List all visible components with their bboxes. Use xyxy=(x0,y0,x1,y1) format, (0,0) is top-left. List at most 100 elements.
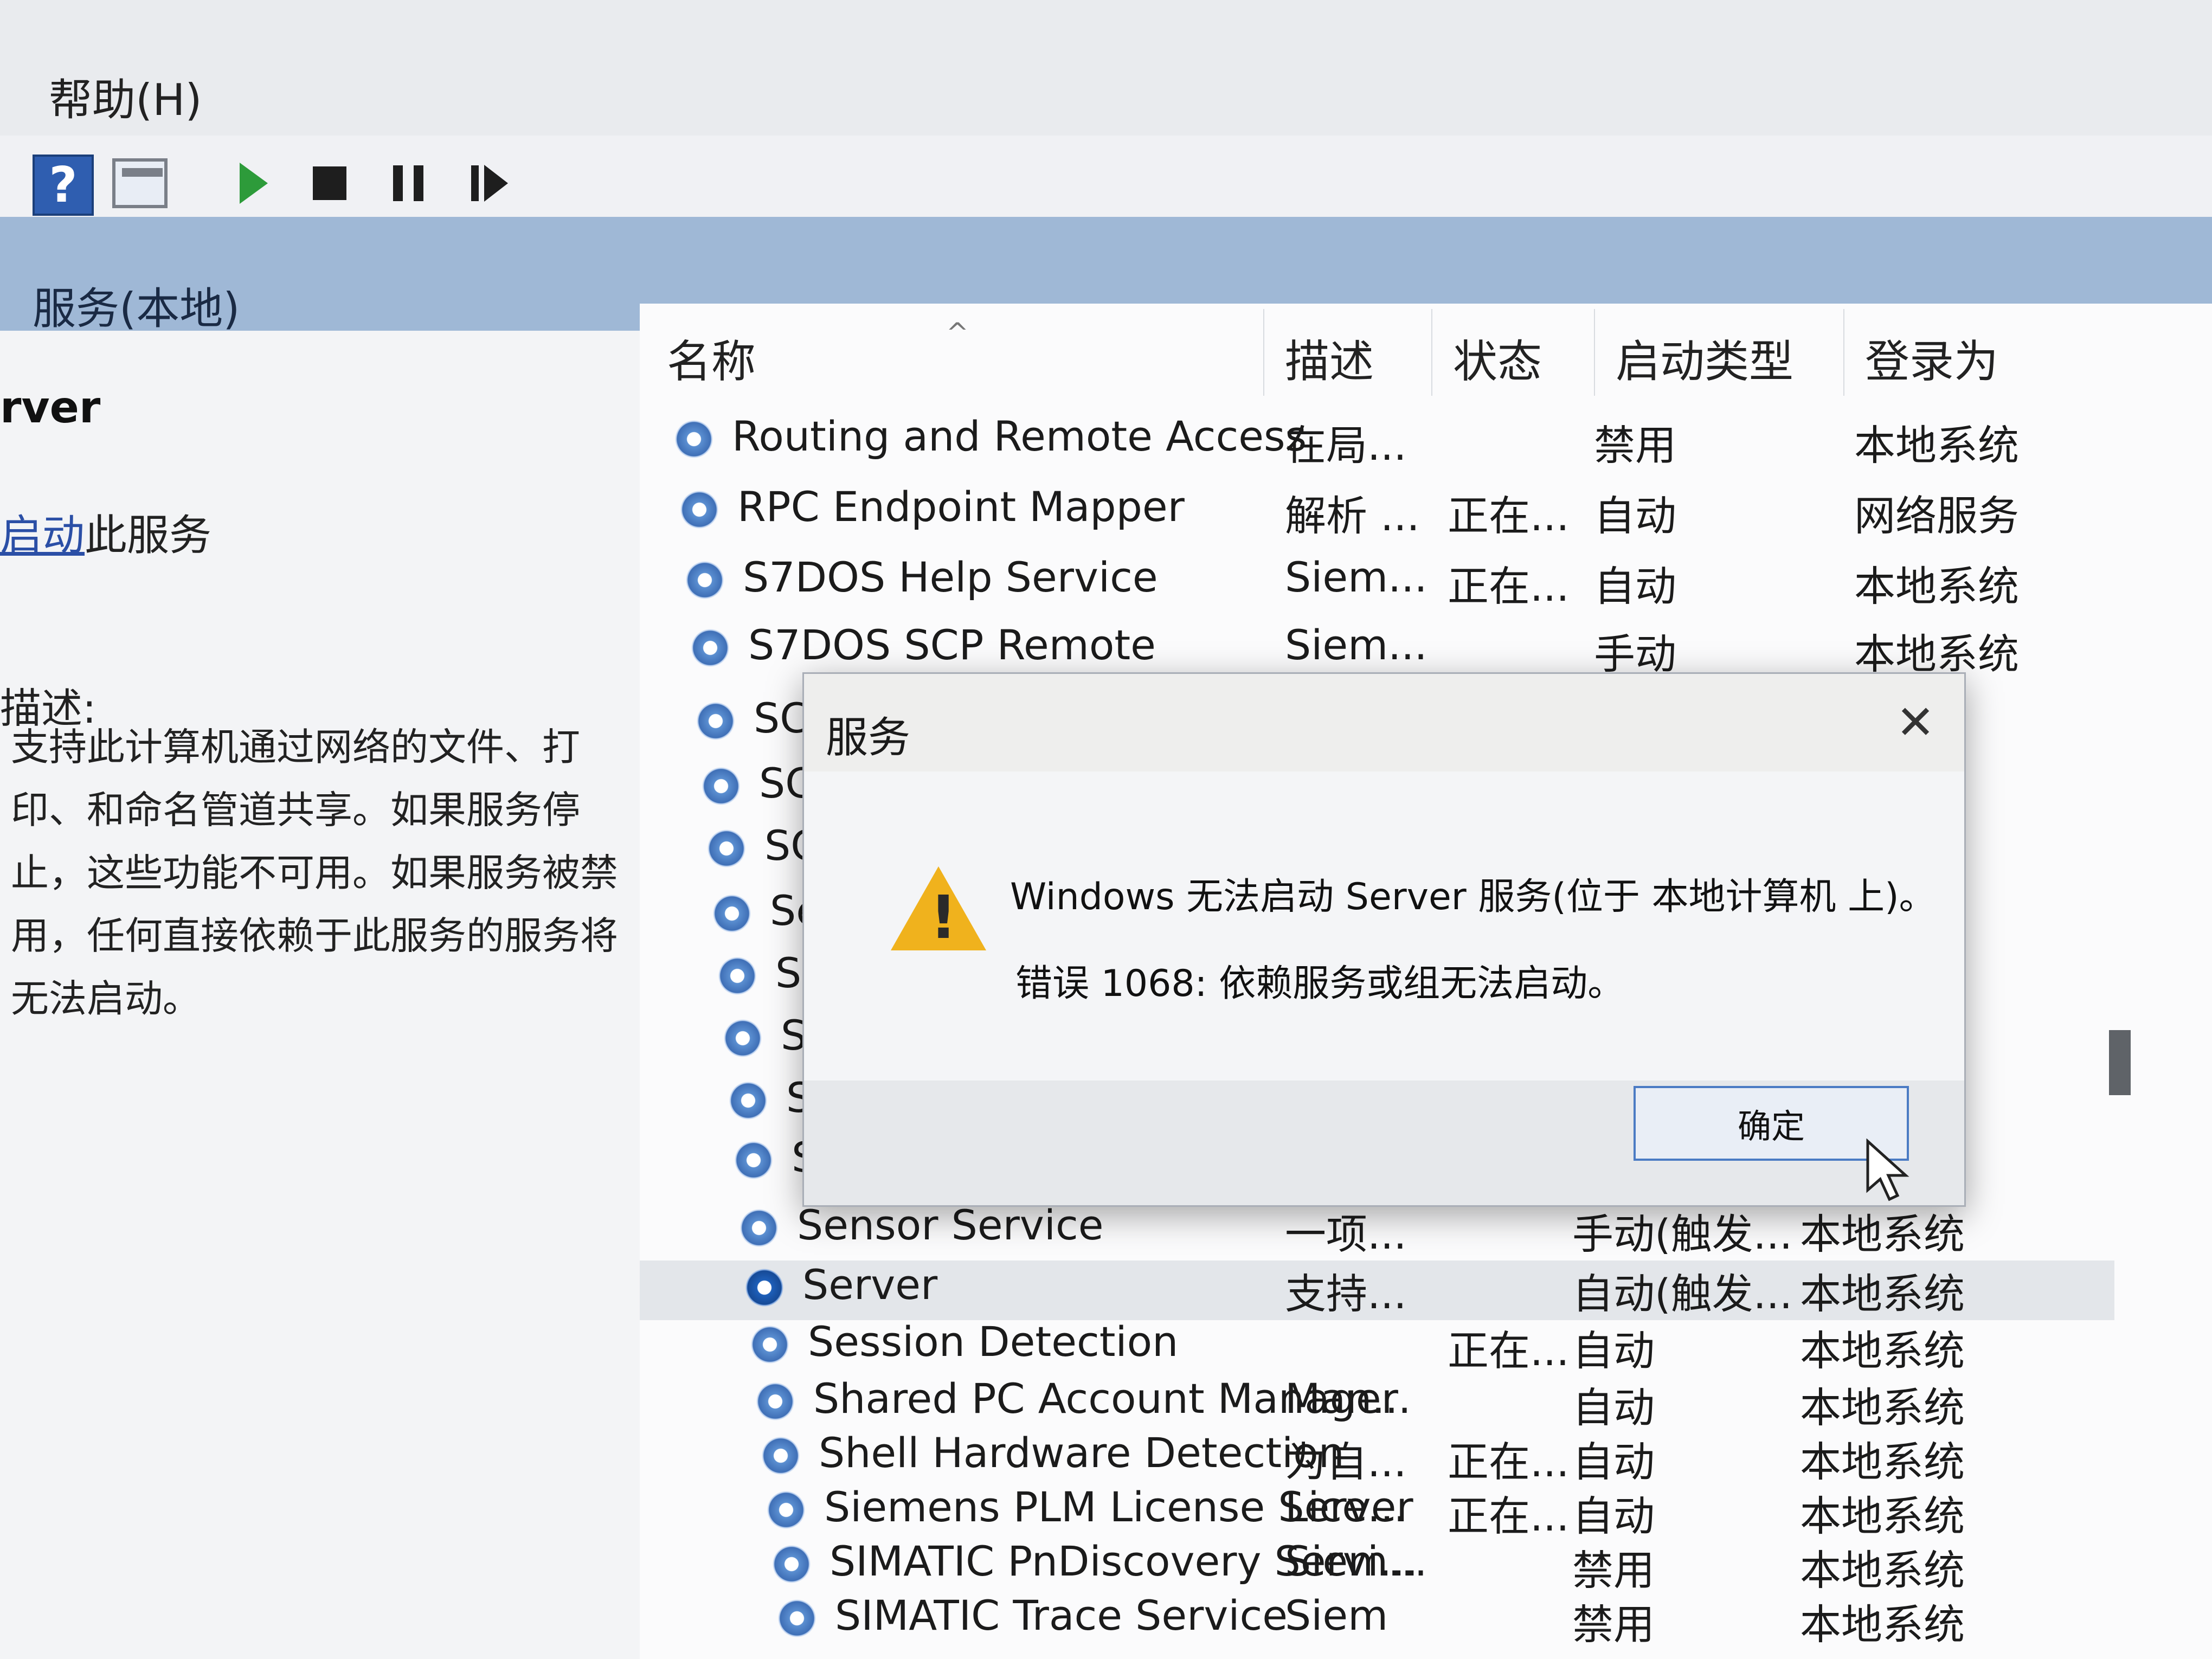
row-name: Routing and Remote Access xyxy=(732,412,1307,460)
selected-service-name: rver xyxy=(0,382,101,433)
row-logon-as: 本地系统 xyxy=(1854,562,2019,610)
row-description: Siem... xyxy=(1285,553,1427,601)
row-status: 正在... xyxy=(1448,562,1570,610)
row-startup-type: 禁用 xyxy=(1572,1600,1655,1649)
services-title: 服务(本地) xyxy=(33,284,240,334)
stop-service-button[interactable] xyxy=(301,155,358,211)
row-name: SC xyxy=(754,694,809,742)
row-description: 支持... xyxy=(1285,1270,1407,1318)
column-divider[interactable] xyxy=(1594,309,1595,396)
menu-bar: 帮助(H) xyxy=(0,0,2212,137)
column-startup-type[interactable]: 启动类型 xyxy=(1616,325,1793,390)
row-name: Sensor Service xyxy=(797,1201,1104,1249)
row-startup-type: 自动 xyxy=(1572,1327,1655,1375)
start-service-link[interactable]: 启动此服务 xyxy=(0,501,211,562)
row-description: Lice... xyxy=(1285,1483,1407,1531)
resume-service-button[interactable] xyxy=(461,155,518,211)
service-gear-icon xyxy=(705,827,748,870)
help-glyph: ? xyxy=(49,157,78,214)
service-gear-icon xyxy=(694,699,737,743)
start-link-text[interactable]: 启动 xyxy=(0,511,85,560)
row-logon-as: 本地系统 xyxy=(1800,1546,1965,1594)
sort-ascending-icon: ^ xyxy=(946,317,969,349)
row-logon-as: 本地系统 xyxy=(1854,421,2019,470)
service-gear-icon xyxy=(678,488,721,531)
row-name: Server xyxy=(802,1261,938,1309)
help-icon[interactable]: ? xyxy=(33,155,94,216)
error-dialog: 服务 ✕ ! Windows 无法启动 Server 服务(位于 本地计算机 上… xyxy=(802,672,1966,1207)
service-gear-icon xyxy=(689,626,732,670)
row-startup-type: 自动 xyxy=(1594,492,1676,540)
service-gear-icon xyxy=(759,1434,802,1477)
column-divider[interactable] xyxy=(1431,309,1432,396)
start-link-suffix: 此服务 xyxy=(85,511,212,560)
resume-icon xyxy=(471,165,508,202)
error-message: Windows 无法启动 Server 服务(位于 本地计算机 上)。 xyxy=(1010,876,1936,918)
row-description: 在局... xyxy=(1285,421,1407,470)
row-description: 一项... xyxy=(1285,1210,1407,1258)
row-name: Shell Hardware Detection xyxy=(819,1429,1345,1477)
row-startup-type: 自动(触发... xyxy=(1572,1270,1793,1318)
table-row[interactable]: Sensor Service 一项... 手动(触发... 本地系统 xyxy=(640,1201,2114,1261)
service-gear-icon xyxy=(775,1597,819,1640)
column-description[interactable]: 描述 xyxy=(1285,325,1374,390)
pause-service-button[interactable] xyxy=(380,155,436,211)
table-row[interactable]: RPC Endpoint Mapper 解析 ... 正在... 自动 网络服务 xyxy=(640,483,2114,542)
service-gear-icon xyxy=(726,1079,770,1122)
row-status: 正在... xyxy=(1448,1327,1570,1375)
console-tree-button[interactable] xyxy=(111,155,168,211)
dialog-titlebar xyxy=(804,674,1964,771)
table-row[interactable]: S7DOS SCP Remote Siem... 手动 本地系统 xyxy=(640,621,2114,680)
table-row[interactable]: Shared PC Account Manager Man... 自动 本地系统 xyxy=(640,1374,2114,1434)
row-logon-as: 网络服务 xyxy=(1854,492,2019,540)
row-logon-as: 本地系统 xyxy=(1800,1384,1965,1432)
row-name: S7DOS SCP Remote xyxy=(748,621,1156,669)
console-tree-icon xyxy=(112,158,168,208)
table-row[interactable]: Server 支持... 自动(触发... 本地系统 xyxy=(640,1261,2114,1320)
table-row[interactable]: Shell Hardware Detection 为自... 正在... 自动 本地系统 xyxy=(640,1429,2114,1488)
service-gear-icon xyxy=(737,1206,781,1250)
service-gear-icon xyxy=(721,1017,764,1060)
pause-icon xyxy=(393,165,423,201)
row-startup-type: 手动 xyxy=(1594,630,1676,678)
table-row[interactable]: SIMATIC Trace Service Siem 禁用 本地系统 xyxy=(640,1591,2114,1651)
service-gear-icon xyxy=(672,417,716,461)
row-logon-as: 本地系统 xyxy=(1800,1210,1965,1258)
table-row[interactable]: S7DOS Help Service Siem... 正在... 自动 本地系统 xyxy=(640,553,2114,613)
column-status[interactable]: 状态 xyxy=(1453,325,1542,390)
service-gear-icon xyxy=(716,954,759,998)
column-divider[interactable] xyxy=(1843,309,1844,396)
row-startup-type: 自动 xyxy=(1572,1492,1655,1540)
service-gear-icon xyxy=(699,764,743,808)
scrollbar-thumb[interactable] xyxy=(2109,1030,2131,1095)
table-row[interactable]: Session Detection 正在... 自动 本地系统 xyxy=(640,1317,2114,1377)
service-gear-icon xyxy=(770,1542,813,1586)
service-description: 支持此计算机通过网络的文件、打印、和命名管道共享。如果服务停止，这些功能不可用。… xyxy=(11,725,618,1021)
service-gear-icon xyxy=(683,558,726,602)
row-logon-as: 本地系统 xyxy=(1800,1327,1965,1375)
row-logon-as: 本地系统 xyxy=(1800,1438,1965,1486)
row-startup-type: 禁用 xyxy=(1572,1546,1655,1594)
row-description: 解析 ... xyxy=(1285,492,1420,540)
column-divider[interactable] xyxy=(1263,309,1264,396)
service-gear-icon xyxy=(743,1266,786,1309)
close-icon[interactable]: ✕ xyxy=(1883,690,1948,755)
table-row[interactable]: SIMATIC PnDiscovery Servi... Siem... 禁用 本地系… xyxy=(640,1537,2114,1597)
start-service-button[interactable] xyxy=(225,155,282,211)
row-description: Man... xyxy=(1285,1374,1411,1423)
table-row[interactable]: Routing and Remote Access 在局... 禁用 本地系统 xyxy=(640,412,2114,472)
dialog-title: 服务 xyxy=(826,713,911,762)
table-row[interactable]: Siemens PLM License Server Lice... 正在... 自动… xyxy=(640,1483,2114,1542)
row-status: 正在... xyxy=(1448,1492,1570,1540)
column-logon-as[interactable]: 登录为 xyxy=(1865,325,1998,390)
service-gear-icon xyxy=(754,1380,797,1423)
row-logon-as: 本地系统 xyxy=(1800,1600,1965,1649)
menu-help[interactable]: 帮助(H) xyxy=(49,65,202,128)
row-startup-type: 禁用 xyxy=(1594,421,1676,470)
service-gear-icon xyxy=(764,1488,808,1532)
row-description: Siem xyxy=(1285,1591,1388,1639)
service-gear-icon xyxy=(748,1323,792,1366)
warning-mark: ! xyxy=(930,883,957,952)
row-startup-type: 自动 xyxy=(1572,1438,1655,1486)
column-name[interactable]: 名称 xyxy=(667,325,756,390)
